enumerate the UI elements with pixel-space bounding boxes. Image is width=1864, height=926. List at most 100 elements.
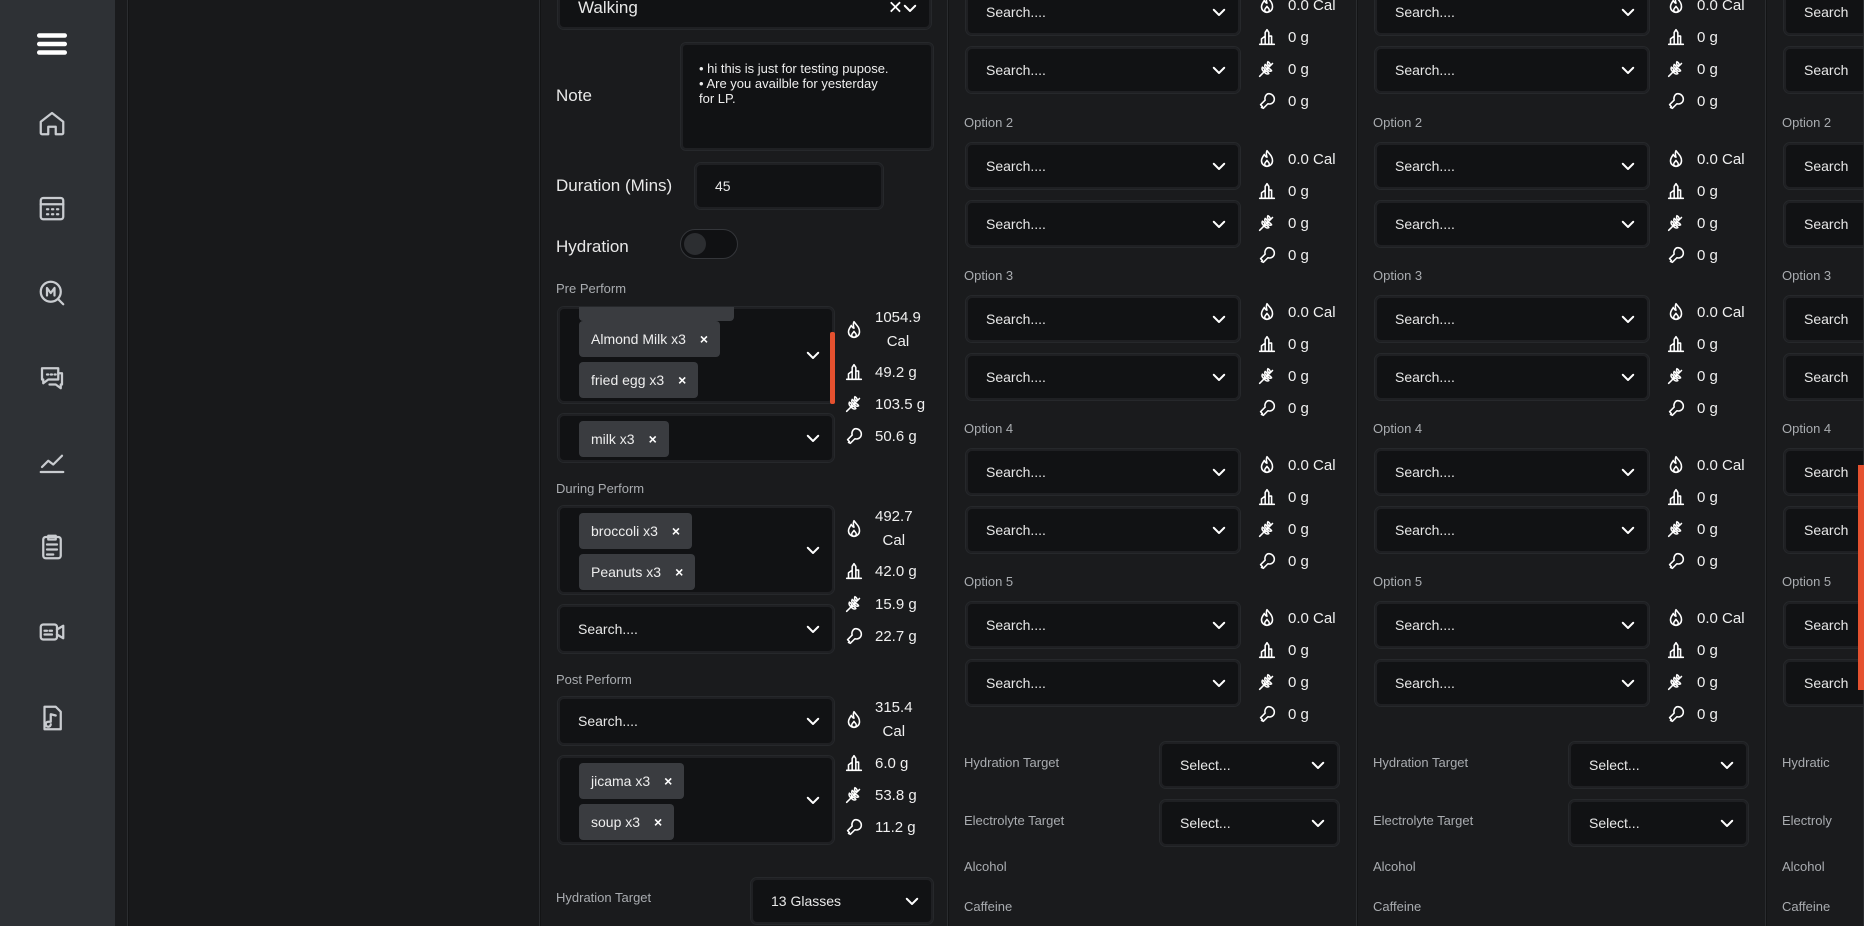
search-select[interactable]: Search....	[1374, 448, 1650, 496]
post-perform-select-2[interactable]: jicama x3 × soup x3 ×	[557, 755, 835, 845]
protein: 0 g	[1665, 180, 1718, 202]
search-select[interactable]: Search	[1783, 200, 1863, 248]
select-scrollbar[interactable]	[830, 332, 835, 404]
search-select[interactable]: Search....	[965, 448, 1241, 496]
hydration-target-select[interactable]: Select...	[1568, 741, 1749, 789]
home-icon[interactable]	[30, 101, 74, 145]
post-perform-select-1[interactable]: Search....	[557, 696, 835, 746]
search-select[interactable]: Search....	[1374, 142, 1650, 190]
remove-chip-icon[interactable]: ×	[700, 331, 708, 347]
duration-input[interactable]: 45	[694, 162, 884, 210]
remove-chip-icon[interactable]: ×	[654, 814, 662, 830]
search-select[interactable]: Search....	[965, 506, 1241, 554]
search-select[interactable]: Search....	[965, 295, 1241, 343]
search-select[interactable]: Search....	[965, 142, 1241, 190]
chevron-down-icon[interactable]	[1210, 61, 1228, 79]
search-select[interactable]: Search....	[1374, 0, 1650, 36]
chevron-down-icon[interactable]	[1619, 61, 1637, 79]
chevron-down-icon[interactable]	[1210, 157, 1228, 175]
page-scrollbar[interactable]	[1858, 465, 1864, 690]
chevron-down-icon[interactable]	[901, 0, 919, 17]
chat-m-icon[interactable]	[30, 271, 74, 315]
calories: 0.0 Cal	[1256, 148, 1336, 170]
search-select[interactable]: Search....	[1374, 46, 1650, 94]
electrolyte-target-select[interactable]: Select...	[1159, 799, 1340, 847]
pre-perform-select-1[interactable]: Almond Milk x3 × fried egg x3 ×	[557, 306, 835, 404]
post-perform-label: Post Perform	[556, 672, 632, 687]
chevron-down-icon[interactable]	[1309, 756, 1327, 774]
search-select[interactable]: Search....	[965, 0, 1241, 36]
remove-chip-icon[interactable]: ×	[649, 431, 657, 447]
remove-chip-icon[interactable]: ×	[675, 564, 683, 580]
search-select[interactable]: Search	[1783, 506, 1863, 554]
chevron-down-icon[interactable]	[1619, 215, 1637, 233]
search-select[interactable]: Search	[1783, 601, 1863, 649]
chevron-down-icon[interactable]	[1619, 310, 1637, 328]
fire-icon	[1260, 608, 1274, 627]
search-select[interactable]: Search....	[1374, 200, 1650, 248]
search-select[interactable]: Search....	[1374, 659, 1650, 707]
calendar-icon[interactable]	[30, 186, 74, 230]
chevron-down-icon[interactable]	[1210, 368, 1228, 386]
search-select[interactable]: Search	[1783, 448, 1863, 496]
search-select[interactable]: Search	[1783, 353, 1863, 401]
during-perform-select-2[interactable]: Search....	[557, 604, 835, 654]
chevron-down-icon[interactable]	[1619, 616, 1637, 634]
search-select[interactable]: Search	[1783, 46, 1863, 94]
chevron-down-icon[interactable]	[1210, 674, 1228, 692]
chevron-down-icon[interactable]	[1619, 368, 1637, 386]
search-select[interactable]: Search....	[965, 601, 1241, 649]
chevron-down-icon[interactable]	[1619, 674, 1637, 692]
search-select[interactable]: Search....	[965, 659, 1241, 707]
chevron-down-icon[interactable]	[804, 429, 822, 447]
hydration-target-select[interactable]: Select...	[1159, 741, 1340, 789]
chevron-down-icon[interactable]	[1718, 814, 1736, 832]
chevron-down-icon[interactable]	[1210, 310, 1228, 328]
pre-perform-select-2[interactable]: milk x3 ×	[557, 413, 835, 463]
search-select[interactable]: Search....	[965, 46, 1241, 94]
menu-icon[interactable]	[30, 22, 74, 66]
search-select[interactable]: Search....	[1374, 295, 1650, 343]
remove-chip-icon[interactable]: ×	[664, 773, 672, 789]
chevron-down-icon[interactable]	[1210, 215, 1228, 233]
chart-icon[interactable]	[30, 440, 74, 484]
chevron-down-icon[interactable]	[1619, 3, 1637, 21]
chevron-down-icon[interactable]	[1619, 157, 1637, 175]
remove-chip-icon[interactable]: ×	[672, 523, 680, 539]
chevron-down-icon[interactable]	[1619, 463, 1637, 481]
chevron-down-icon[interactable]	[804, 346, 822, 364]
search-select[interactable]: Search	[1783, 0, 1863, 36]
search-select[interactable]: Search....	[1374, 353, 1650, 401]
remove-chip-icon[interactable]: ×	[678, 372, 686, 388]
hydration-toggle[interactable]	[680, 229, 738, 259]
chevron-down-icon[interactable]	[1210, 3, 1228, 21]
chevron-down-icon[interactable]	[1210, 521, 1228, 539]
video-icon[interactable]	[30, 610, 74, 654]
search-select[interactable]: Search....	[1374, 506, 1650, 554]
messages-icon[interactable]	[30, 355, 74, 399]
hydration-target-select[interactable]: 13 Glasses	[750, 877, 934, 925]
note-textarea[interactable]: • hi this is just for testing pupose. • …	[680, 42, 934, 151]
chevron-down-icon[interactable]	[804, 712, 822, 730]
clipboard-icon[interactable]	[30, 525, 74, 569]
chevron-down-icon[interactable]	[1309, 814, 1327, 832]
chevron-down-icon[interactable]	[1210, 463, 1228, 481]
search-select[interactable]: Search....	[965, 353, 1241, 401]
electrolyte-target-select[interactable]: Select...	[1568, 799, 1749, 847]
music-file-icon[interactable]	[30, 696, 74, 740]
search-select[interactable]: Search....	[1374, 601, 1650, 649]
chevron-down-icon[interactable]	[804, 620, 822, 638]
chevron-down-icon[interactable]	[1210, 616, 1228, 634]
search-select[interactable]: Search	[1783, 659, 1863, 707]
chevron-down-icon[interactable]	[804, 791, 822, 809]
search-select[interactable]: Search....	[965, 200, 1241, 248]
chevron-down-icon[interactable]	[1619, 521, 1637, 539]
search-select[interactable]: Search	[1783, 142, 1863, 190]
chevron-down-icon[interactable]	[804, 541, 822, 559]
drumstick-icon	[1668, 399, 1685, 417]
during-perform-select-1[interactable]: broccoli x3 × Peanuts x3 ×	[557, 505, 835, 595]
chevron-down-icon[interactable]	[1718, 756, 1736, 774]
search-select[interactable]: Search	[1783, 295, 1863, 343]
chevron-down-icon[interactable]	[903, 892, 921, 910]
activity-select[interactable]: Walking ✕	[557, 0, 932, 30]
